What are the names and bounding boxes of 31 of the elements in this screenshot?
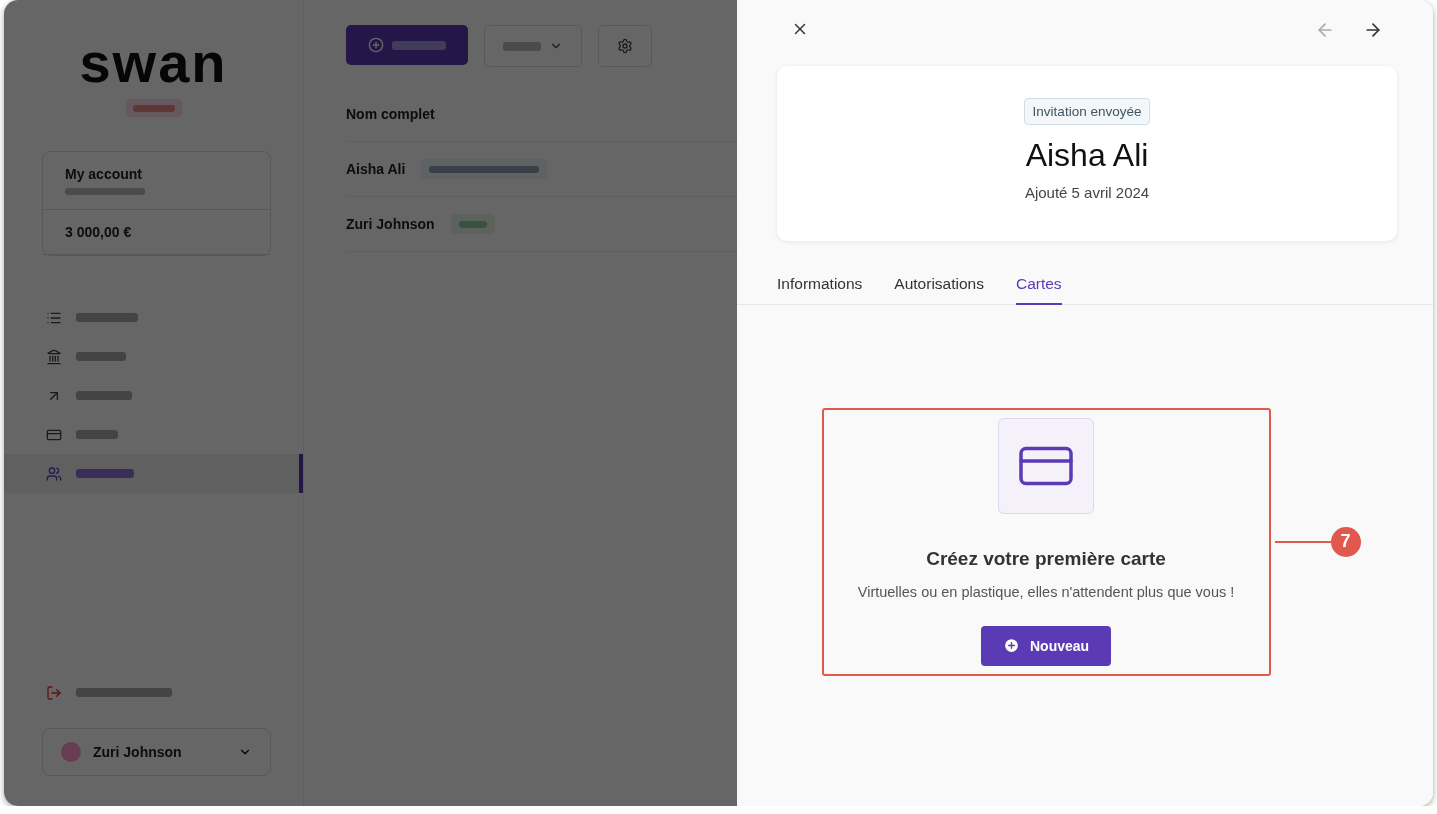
member-name: Aisha Ali <box>1025 137 1149 174</box>
new-card-button[interactable]: Nouveau <box>980 625 1112 666</box>
member-name: Aisha Ali <box>346 161 406 177</box>
settings-button[interactable] <box>598 25 652 67</box>
callout-number: 7 <box>1330 526 1361 557</box>
avatar <box>61 742 81 762</box>
plus-icon <box>368 37 384 53</box>
nav-icon <box>46 348 62 365</box>
member-name: Zuri Johnson <box>346 216 435 232</box>
plus-icon <box>1002 637 1020 654</box>
environment-badge <box>125 99 182 117</box>
account-balance: 3 000,00 € <box>65 224 133 240</box>
status-tag <box>450 214 495 234</box>
nav-item[interactable] <box>4 454 303 493</box>
account-name: My account <box>65 166 143 182</box>
nav-icon <box>46 465 62 482</box>
logout-icon <box>46 684 62 701</box>
tab[interactable]: Informations <box>777 275 863 305</box>
leader-line <box>1274 540 1331 543</box>
user-name: Zuri Johnson <box>93 744 182 760</box>
added-date: Ajouté 5 avril 2024 <box>1024 184 1150 201</box>
new-button[interactable] <box>346 25 468 65</box>
column-header: Nom complet <box>346 106 435 122</box>
empty-title: Créez votre première carte <box>926 547 1166 570</box>
settings-icon <box>617 38 633 54</box>
empty-description: Virtuelles ou en plastique, elles n'attendent plus que vous ! <box>857 583 1235 600</box>
tab[interactable]: Cartes <box>1015 275 1062 305</box>
tab[interactable]: Autorisations <box>894 275 984 305</box>
filter-button[interactable] <box>484 25 582 67</box>
status-badge: Invitation envoyée <box>1023 98 1151 125</box>
logo: swan <box>78 30 229 95</box>
